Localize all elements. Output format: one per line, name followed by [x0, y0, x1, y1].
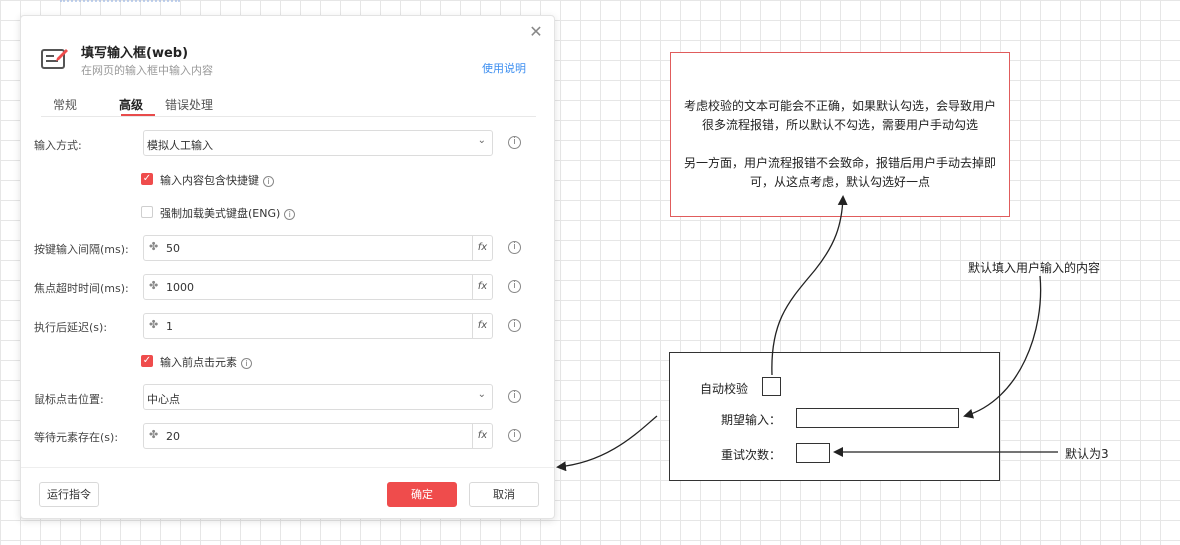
annotation-arrows	[556, 195, 1058, 472]
arrow-mock-to-dialog	[556, 415, 658, 472]
arrow-checkbox-to-note	[771, 195, 848, 376]
arrow-note-to-input	[963, 275, 1042, 419]
